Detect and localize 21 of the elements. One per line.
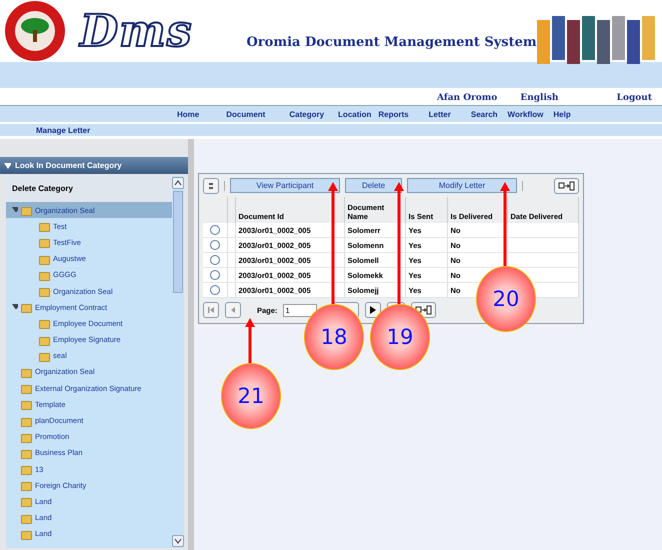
toolbar-button[interactable]: View Participant	[230, 178, 340, 193]
nav-link[interactable]: Document	[226, 110, 266, 118]
nav-link[interactable]: Workflow	[508, 110, 544, 118]
toolbar-button[interactable]: Delete	[345, 178, 402, 193]
panel-header[interactable]: Look In Document Category	[0, 157, 188, 174]
nav-link[interactable]: Help	[553, 110, 571, 118]
logout-link[interactable]: Logout	[616, 92, 652, 102]
panel-title: Look In Document Category	[15, 161, 122, 170]
nav-link[interactable]: Location	[338, 110, 372, 118]
language-link[interactable]: English	[520, 92, 558, 102]
page-title: Manage Letter	[36, 126, 90, 134]
toolbar-button[interactable]: Modify Letter	[407, 178, 517, 193]
delete-category-link[interactable]: Delete Category	[6, 176, 172, 202]
nav-link[interactable]: Home	[177, 110, 200, 118]
nav-link[interactable]: Reports	[378, 110, 409, 118]
nav-link[interactable]: Search	[470, 110, 498, 118]
app-title: Oromia Document Management System	[246, 34, 537, 50]
logo-text: Dms	[80, 6, 192, 56]
nav-link[interactable]: Letter	[428, 110, 451, 118]
nav-link[interactable]: Category	[289, 110, 324, 118]
language-link[interactable]: Afan Oromo	[437, 92, 498, 102]
